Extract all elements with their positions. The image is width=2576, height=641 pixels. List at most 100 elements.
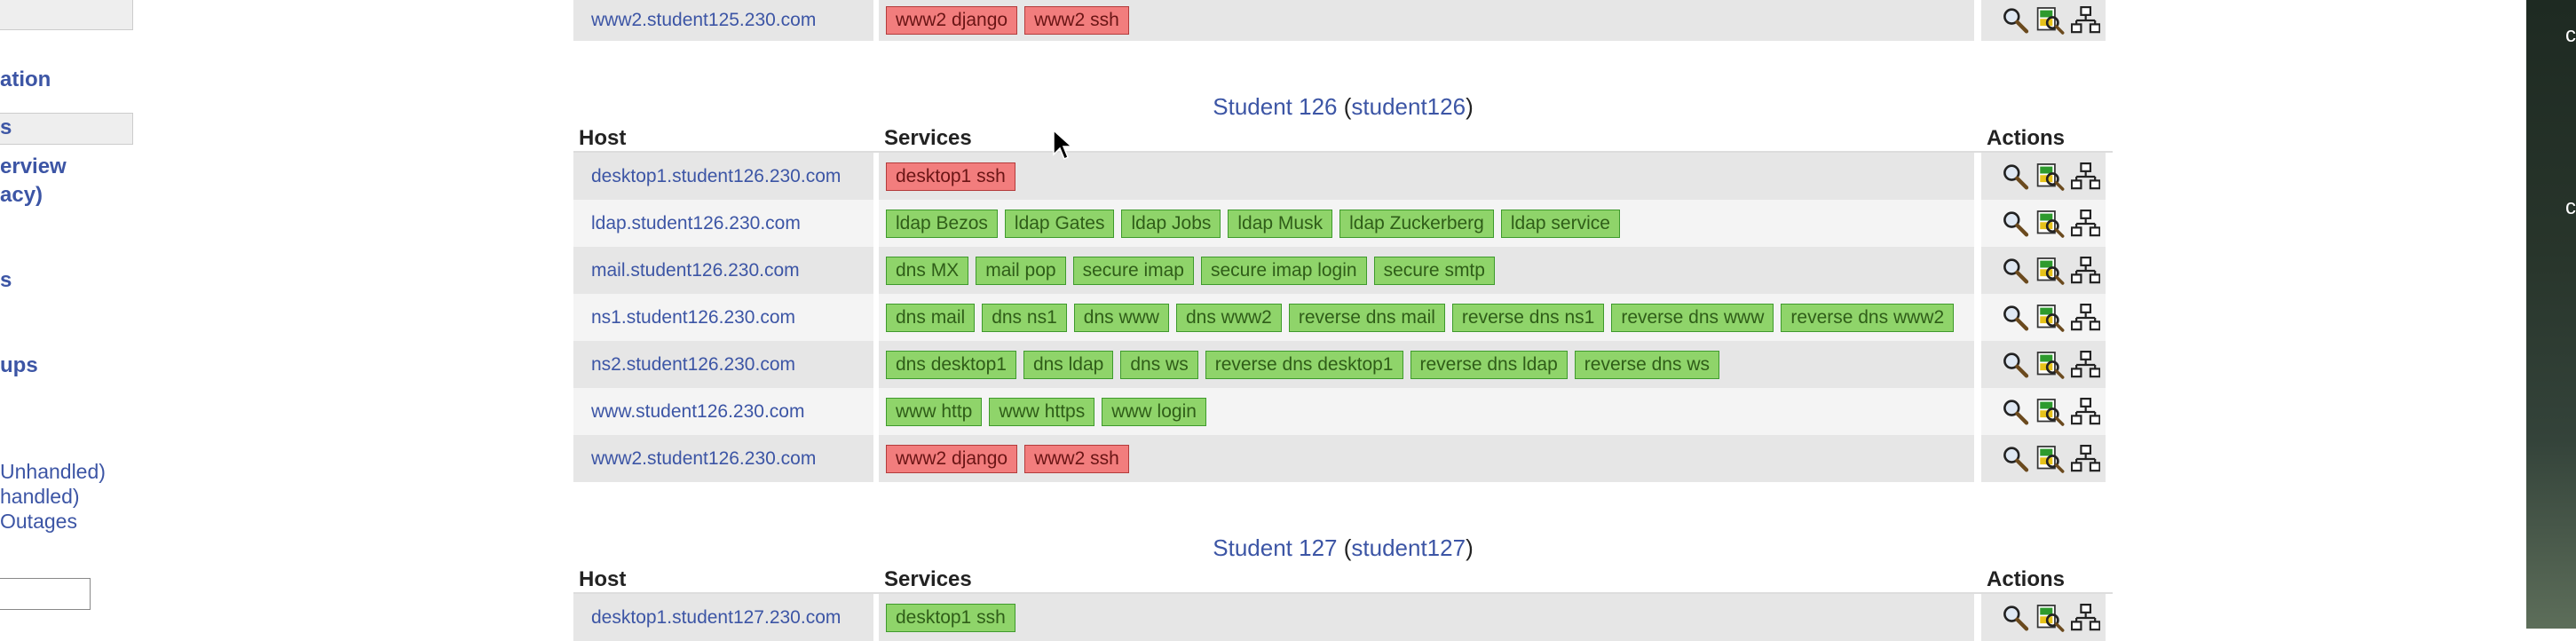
service-detail-icon[interactable] [2035, 207, 2065, 241]
network-map-icon[interactable] [2070, 348, 2100, 382]
host-link[interactable]: ns1.student126.230.com [591, 307, 795, 328]
network-map-icon[interactable] [2070, 442, 2100, 476]
group-name-link[interactable]: Student 126 [1213, 93, 1337, 120]
host-link[interactable]: www.student126.230.com [591, 401, 804, 423]
sidebar-link-6[interactable]: ups [0, 353, 38, 378]
host-link[interactable]: mail.student126.230.com [591, 260, 800, 281]
magnifier-icon[interactable] [2001, 207, 2030, 241]
service-badge[interactable]: dns www2 [1175, 303, 1282, 332]
table-row: www2.student125.230.com www2 django www2… [573, 0, 2113, 41]
group-name-link[interactable]: Student 127 [1213, 534, 1337, 561]
sidebar-problem-1[interactable]: Unhandled) [0, 460, 106, 484]
service-badge[interactable]: dns ws [1120, 350, 1198, 379]
service-badge[interactable]: ldap service [1500, 209, 1620, 238]
magnifier-icon[interactable] [2001, 442, 2030, 476]
service-badge[interactable]: reverse dns www [1611, 303, 1774, 332]
magnifier-icon[interactable] [2001, 395, 2030, 429]
service-badge[interactable]: reverse dns ldap [1410, 350, 1568, 379]
magnifier-icon[interactable] [2001, 348, 2030, 382]
network-map-icon[interactable] [2070, 395, 2100, 429]
service-detail-icon[interactable] [2035, 348, 2065, 382]
service-detail-icon[interactable] [2035, 395, 2065, 429]
service-badge[interactable]: reverse dns ns1 [1451, 303, 1605, 332]
desktop-background [2526, 0, 2576, 629]
service-badge[interactable]: ldap Musk [1228, 209, 1333, 238]
service-detail-icon[interactable] [2035, 254, 2065, 288]
service-detail-icon[interactable] [2035, 601, 2065, 635]
service-badge[interactable]: secure imap [1072, 256, 1194, 285]
sidebar-search-input[interactable] [0, 578, 91, 610]
network-map-icon[interactable] [2070, 301, 2100, 335]
service-badge[interactable]: www https [989, 397, 1095, 426]
host-link[interactable]: www2.student126.230.com [591, 448, 816, 470]
service-badge[interactable]: reverse dns desktop1 [1205, 350, 1403, 379]
service-badge[interactable]: ldap Jobs [1121, 209, 1221, 238]
network-map-icon[interactable] [2070, 207, 2100, 241]
group-alias-link[interactable]: student126 [1351, 93, 1466, 120]
services-column-header: Services [884, 126, 972, 150]
host-link[interactable]: desktop1.student127.230.com [591, 607, 841, 629]
network-map-icon[interactable] [2070, 4, 2100, 37]
service-badge[interactable]: reverse dns mail [1288, 303, 1445, 332]
network-map-icon[interactable] [2070, 601, 2100, 635]
actions-column-header: Actions [1987, 126, 2066, 150]
service-badge[interactable]: www login [1102, 397, 1206, 426]
sidebar-problem-3[interactable]: Outages [0, 510, 77, 534]
window-edge [2493, 0, 2526, 629]
service-badge[interactable]: ldap Gates [1004, 209, 1115, 238]
service-badge[interactable]: reverse dns ws [1574, 350, 1719, 379]
table-header: Host Services Actions [573, 124, 2113, 153]
service-badge[interactable]: www2 ssh [1024, 6, 1129, 35]
service-detail-icon[interactable] [2035, 160, 2065, 194]
service-badge[interactable]: dns MX [886, 256, 969, 285]
sidebar-link-1[interactable]: ation [0, 67, 51, 92]
magnifier-icon[interactable] [2001, 4, 2030, 37]
sidebar-link-5[interactable]: s [0, 268, 12, 293]
sidebar-problem-2[interactable]: handled) [0, 485, 80, 509]
table-row: www.student126.230.com www http www https… [573, 388, 2113, 435]
host-link[interactable]: desktop1.student126.230.com [591, 166, 841, 187]
service-badge[interactable]: www2 ssh [1024, 444, 1129, 473]
group-rows: desktop1.student126.230.com desktop1 ssh… [573, 153, 2113, 482]
service-detail-icon[interactable] [2035, 442, 2065, 476]
actions-cell [1981, 153, 2106, 200]
service-badge[interactable]: secure imap login [1200, 256, 1367, 285]
service-badge[interactable]: dns ns1 [982, 303, 1067, 332]
service-badge[interactable]: www2 django [886, 6, 1018, 35]
service-badge[interactable]: reverse dns www2 [1781, 303, 1955, 332]
group-alias-link[interactable]: student127 [1351, 534, 1466, 561]
service-badge[interactable]: desktop1 ssh [886, 162, 1015, 191]
service-badge[interactable]: ldap Bezos [886, 209, 998, 238]
network-map-icon[interactable] [2070, 254, 2100, 288]
service-badge[interactable]: www2 django [886, 444, 1018, 473]
host-link[interactable]: ldap.student126.230.com [591, 213, 801, 234]
magnifier-icon[interactable] [2001, 601, 2030, 635]
service-badge[interactable]: desktop1 ssh [886, 603, 1015, 632]
group-title: Student 126 (student126) [1213, 93, 1474, 120]
service-badge[interactable]: www http [886, 397, 983, 426]
sidebar-link-3[interactable]: erview [0, 154, 67, 179]
actions-cell [1981, 0, 2106, 41]
sidebar-box-top [0, 0, 133, 30]
service-badge[interactable]: dns desktop1 [886, 350, 1016, 379]
service-badge[interactable]: ldap Zuckerberg [1339, 209, 1494, 238]
service-detail-icon[interactable] [2035, 301, 2065, 335]
service-badge[interactable]: dns ldap [1023, 350, 1114, 379]
group-rows: desktop1.student127.230.com desktop1 ssh [573, 594, 2113, 641]
host-column-header: Host [579, 126, 627, 150]
table-row: ldap.student126.230.com ldap Bezos ldap G… [573, 200, 2113, 247]
magnifier-icon[interactable] [2001, 254, 2030, 288]
service-badge[interactable]: dns www [1073, 303, 1169, 332]
network-map-icon[interactable] [2070, 160, 2100, 194]
magnifier-icon[interactable] [2001, 160, 2030, 194]
host-link[interactable]: ns2.student126.230.com [591, 354, 795, 376]
sidebar-link-4[interactable]: acy) [0, 183, 43, 208]
service-badge[interactable]: secure smtp [1373, 256, 1495, 285]
magnifier-icon[interactable] [2001, 301, 2030, 335]
service-badge[interactable]: mail pop [976, 256, 1066, 285]
service-badge[interactable]: dns mail [886, 303, 976, 332]
service-detail-icon[interactable] [2035, 4, 2065, 37]
sidebar-link-2[interactable]: s [0, 115, 12, 140]
sidebar-section-header [0, 113, 133, 145]
host-link[interactable]: www2.student125.230.com [591, 10, 816, 31]
